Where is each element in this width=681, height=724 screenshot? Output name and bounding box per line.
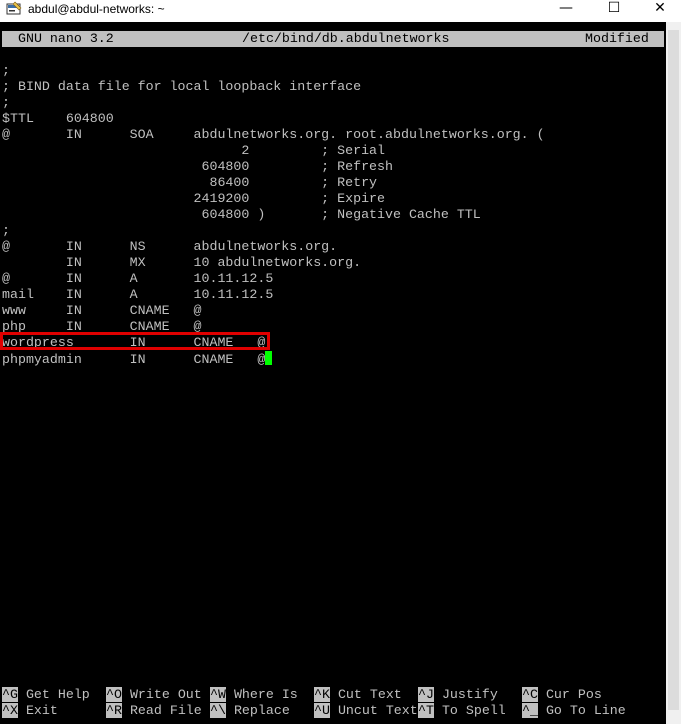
- file-line[interactable]: 604800 ; Refresh: [2, 159, 393, 175]
- vertical-scrollbar[interactable]: [666, 22, 681, 724]
- shortcut-where-is[interactable]: ^W Where Is: [210, 687, 298, 703]
- file-line[interactable]: mail IN A 10.11.12.5: [2, 287, 273, 303]
- shortcut-key: ^T: [418, 703, 434, 718]
- nano-header: GNU nano 3.2 /etc/bind/db.abdulnetworks …: [2, 31, 664, 47]
- scrollbar-thumb[interactable]: [668, 30, 679, 710]
- file-line[interactable]: 2 ; Serial: [2, 143, 385, 159]
- shortcut-justify[interactable]: ^J Justify: [418, 687, 498, 703]
- shortcut-exit[interactable]: ^X Exit: [2, 703, 58, 719]
- file-line[interactable]: www IN CNAME @: [2, 303, 202, 319]
- shortcut-key: ^\: [210, 703, 226, 718]
- file-line[interactable]: ;: [2, 95, 10, 111]
- nano-version: GNU nano 3.2: [18, 31, 114, 46]
- modified-status: Modified: [585, 31, 649, 46]
- file-line[interactable]: @ IN SOA abdulnetworks.org. root.abdulne…: [2, 127, 545, 143]
- shortcut-key: ^R: [106, 703, 122, 718]
- file-path: /etc/bind/db.abdulnetworks: [242, 31, 450, 46]
- terminal-area[interactable]: GNU nano 3.2 /etc/bind/db.abdulnetworks …: [0, 22, 666, 724]
- shortcut-key: ^U: [314, 703, 330, 718]
- shortcut-read-file[interactable]: ^R Read File: [106, 703, 202, 719]
- minimize-icon[interactable]: —: [543, 0, 589, 18]
- file-line[interactable]: 86400 ; Retry: [2, 175, 377, 191]
- shortcut-replace[interactable]: ^\ Replace: [210, 703, 290, 719]
- shortcut-to-spell[interactable]: ^T To Spell: [418, 703, 506, 719]
- file-line-phpmyadmin[interactable]: phpmyadmin IN CNAME @: [2, 351, 273, 367]
- shortcut-label: Go To Line: [537, 703, 626, 718]
- highlight-box: [0, 332, 270, 350]
- text-cursor: [265, 351, 273, 365]
- shortcut-go-to-line[interactable]: ^_ Go To Line: [522, 703, 626, 719]
- file-line-text: phpmyadmin IN CNAME @: [2, 352, 266, 367]
- file-line[interactable]: @ IN NS abdulnetworks.org.: [2, 239, 337, 255]
- shortcut-label: To Spell: [433, 703, 506, 718]
- shortcut-key: ^K: [314, 687, 330, 702]
- shortcut-label: Where Is: [225, 687, 298, 702]
- file-line[interactable]: 604800 ) ; Negative Cache TTL: [2, 207, 480, 223]
- shortcut-label: Get Help: [17, 687, 90, 702]
- shortcut-key: ^C: [522, 687, 538, 702]
- file-line[interactable]: @ IN A 10.11.12.5: [2, 271, 273, 287]
- shortcut-label: Justify: [433, 687, 498, 702]
- shortcut-cur-pos[interactable]: ^C Cur Pos: [522, 687, 602, 703]
- shortcut-label: Cur Pos: [537, 687, 602, 702]
- shortcut-get-help[interactable]: ^G Get Help: [2, 687, 90, 703]
- shortcut-key: ^X: [2, 703, 18, 718]
- shortcut-key: ^O: [106, 687, 122, 702]
- shortcut-label: Read File: [121, 703, 202, 718]
- shortcut-label: Replace: [225, 703, 290, 718]
- maximize-icon[interactable]: ☐: [591, 0, 637, 18]
- file-line[interactable]: $TTL 604800: [2, 111, 114, 127]
- close-icon[interactable]: ✕: [637, 0, 681, 18]
- shortcut-key: ^J: [418, 687, 434, 702]
- shortcut-cut-text[interactable]: ^K Cut Text: [314, 687, 402, 703]
- shortcut-key: ^W: [210, 687, 226, 702]
- shortcut-label: Write Out: [121, 687, 202, 702]
- terminal-app-icon: [6, 1, 22, 15]
- shortcut-label: Exit: [17, 703, 58, 718]
- shortcut-key: ^G: [2, 687, 18, 702]
- window-title: abdul@abdul-networks: ~: [28, 2, 165, 16]
- terminal-window: abdul@abdul-networks: ~ — ☐ ✕ GNU nano 3…: [0, 0, 681, 724]
- shortcut-key: ^_: [522, 703, 538, 718]
- shortcut-uncut-text[interactable]: ^U Uncut Text: [314, 703, 418, 719]
- file-line[interactable]: 2419200 ; Expire: [2, 191, 386, 207]
- file-line[interactable]: ; BIND data file for local loopback inte…: [2, 79, 361, 95]
- shortcut-write-out[interactable]: ^O Write Out: [106, 687, 202, 703]
- shortcut-label: Cut Text: [329, 687, 402, 702]
- file-line[interactable]: ;: [2, 223, 10, 239]
- shortcut-label: Uncut Text: [329, 703, 418, 718]
- file-line[interactable]: IN MX 10 abdulnetworks.org.: [2, 255, 361, 271]
- file-line[interactable]: ;: [2, 63, 10, 79]
